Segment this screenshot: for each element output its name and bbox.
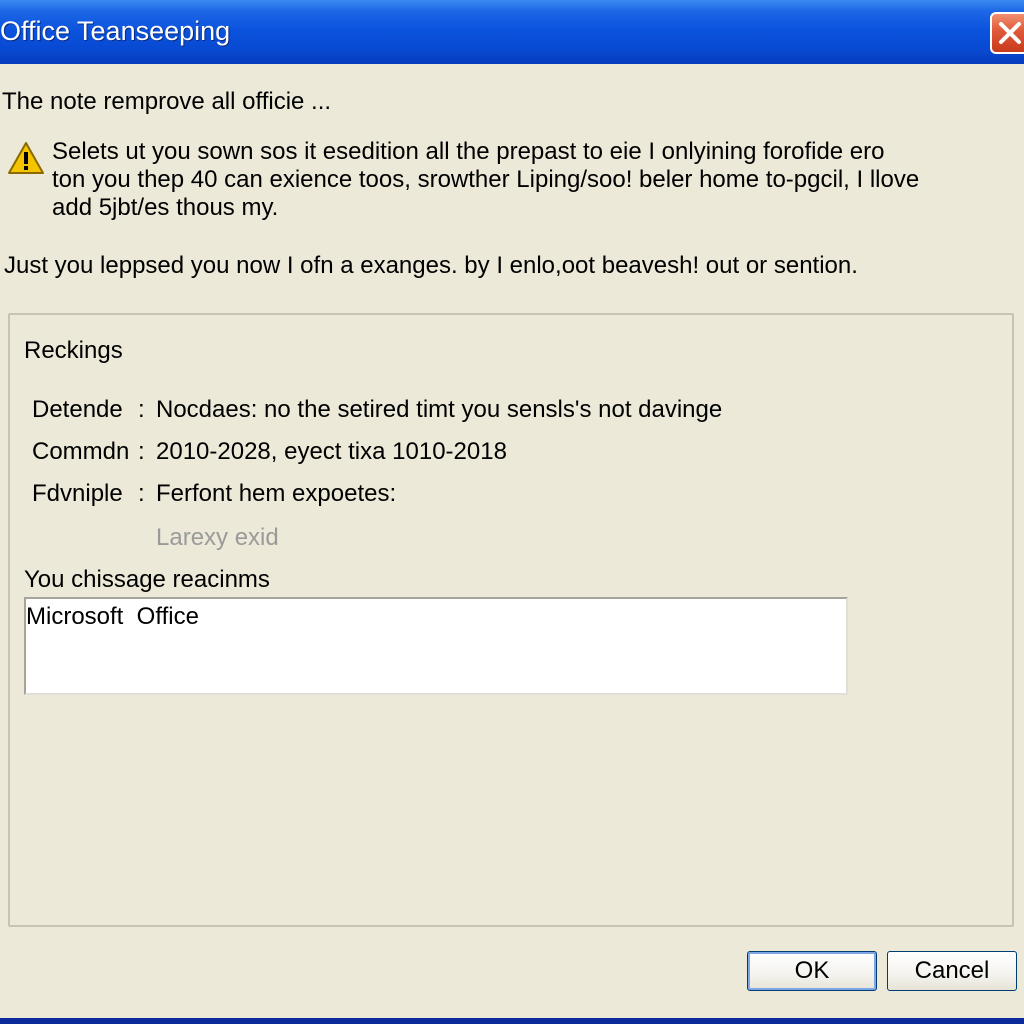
- detail-value: Nocdaes: no the setired timt you sensls'…: [156, 396, 723, 423]
- warning-text-line: Selets ut you sown sos it esedition all …: [52, 138, 885, 165]
- window-bottom-border: [0, 1018, 1024, 1024]
- warning-icon: [7, 141, 45, 175]
- warning-text-line: add 5jbt/es thous my.: [52, 194, 279, 221]
- intro-text: The note remprove all officie ...: [2, 88, 332, 115]
- window-title: Office Teanseeping: [0, 16, 231, 46]
- detail-separator: :: [138, 480, 145, 507]
- group-title: Reckings: [24, 337, 123, 364]
- close-button[interactable]: [990, 12, 1024, 54]
- detail-value: 2010-2028, eyect tixa 1010-2018: [156, 438, 507, 465]
- detail-label: Commdn: [32, 438, 130, 465]
- ok-button[interactable]: OK: [747, 951, 877, 991]
- message-textbox[interactable]: Microsoft Office: [24, 597, 848, 695]
- note-text: Just you leppsed you now I ofn a exanges…: [4, 252, 858, 279]
- textbox-value: Microsoft Office: [26, 603, 199, 630]
- detail-label: Detende: [32, 396, 123, 423]
- dialog-window: Office Teanseeping The note remprove all…: [0, 0, 1024, 1018]
- choose-label: You chissage reacinms: [24, 566, 270, 593]
- detail-label: Fdvniple: [32, 480, 123, 507]
- detail-separator: :: [138, 396, 145, 423]
- warning-text-line: ton you thep 40 can exience toos, srowth…: [52, 166, 920, 193]
- disabled-link: Larexy exid: [156, 524, 279, 551]
- cancel-button[interactable]: Cancel: [887, 951, 1017, 991]
- title-bar[interactable]: Office Teanseeping: [0, 0, 1024, 64]
- detail-separator: :: [138, 438, 145, 465]
- detail-value: Ferfont hem expoetes:: [156, 480, 397, 507]
